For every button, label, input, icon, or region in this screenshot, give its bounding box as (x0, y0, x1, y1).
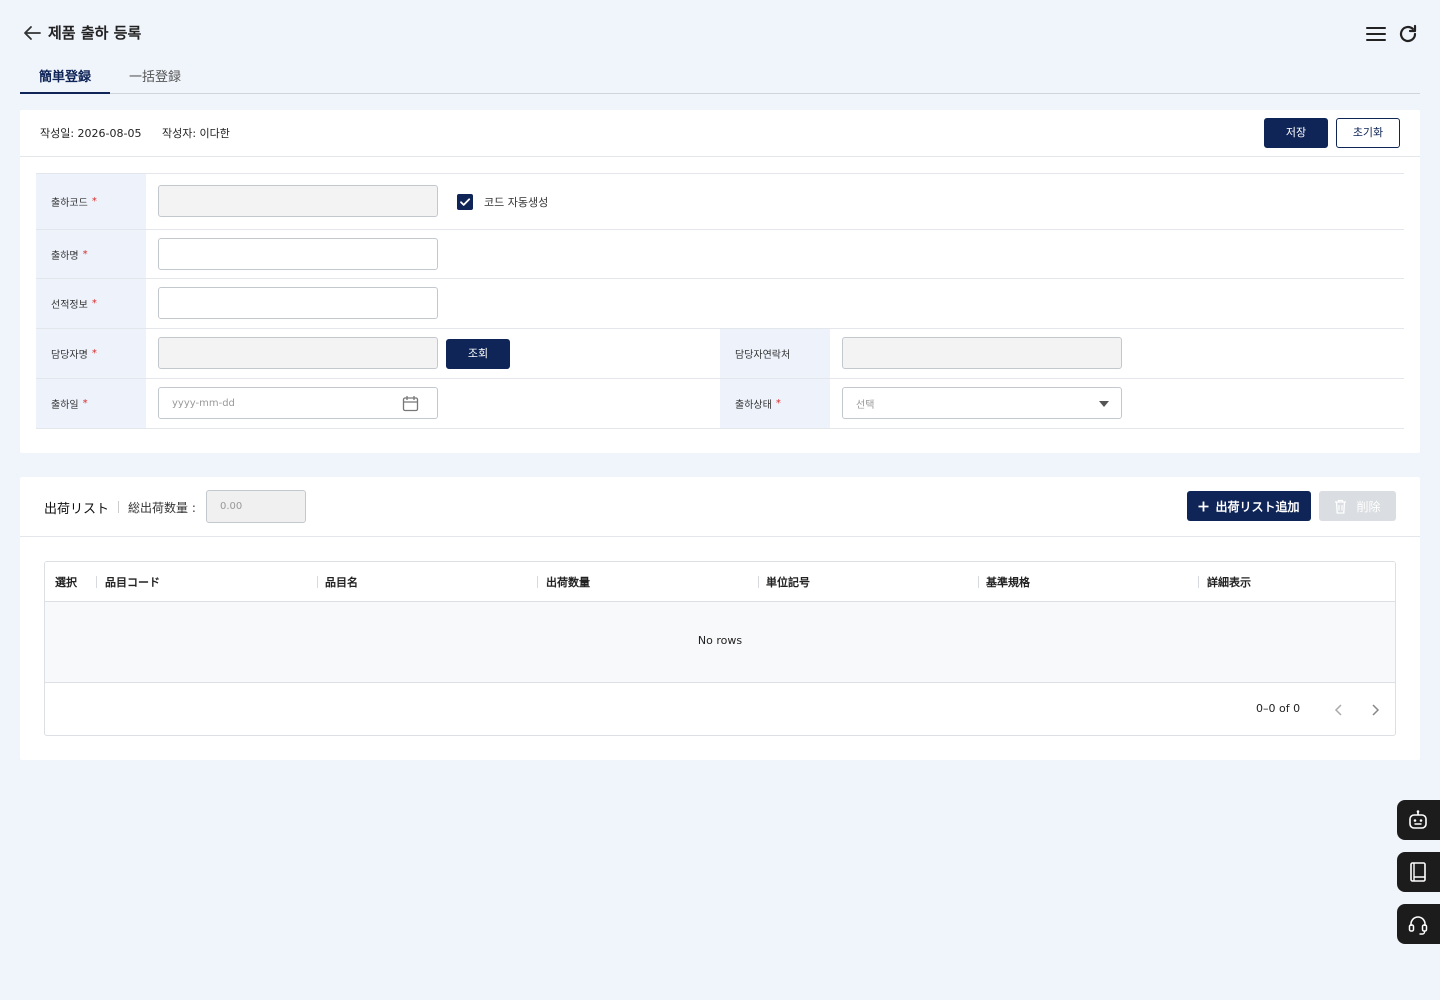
column-separator (317, 576, 318, 588)
add-list-button[interactable]: 出荷リスト追加 (1187, 491, 1311, 521)
column-header[interactable]: 選択 (55, 574, 77, 590)
list-title: 出荷リスト (44, 502, 110, 517)
grid-header: 選択 品目コード 品目名 出荷数量 単位記号 基準規格 詳細表示 (45, 562, 1395, 602)
book-icon (1410, 862, 1426, 882)
empty-message: No rows (697, 634, 743, 647)
column-separator (758, 576, 759, 588)
auto-code-checkbox[interactable] (457, 194, 473, 210)
shipment-list-card: 出荷リスト 総出荷数量 : 0.00 出荷リスト追加 削除 選択 品目コード 品… (20, 477, 1420, 760)
auto-code-label: 코드 자동생성 (484, 196, 549, 209)
name-label: 출하명 * (36, 230, 146, 278)
grid-body: No rows (45, 602, 1395, 683)
ship-date-input[interactable]: yyyy-mm-dd (158, 387, 438, 419)
manager-label: 담당자명 * (36, 329, 146, 378)
required-mark: * (82, 248, 88, 260)
save-button[interactable]: 저장 (1264, 118, 1328, 148)
total-quantity-label: 総出荷数量 : (128, 501, 196, 515)
required-mark: * (91, 348, 97, 359)
form-toolbar: 작성일: 2026-08-05 작성자: 이다한 저장 초기화 (20, 110, 1420, 157)
author: 작성자: 이다한 (162, 127, 230, 140)
back-arrow-icon[interactable] (22, 24, 42, 42)
column-header[interactable]: 出荷数量 (546, 574, 590, 590)
tab-simple-register[interactable]: 簡単登録 (20, 66, 110, 94)
required-mark: * (91, 298, 97, 309)
next-page-icon[interactable] (1368, 703, 1382, 717)
ship-info-input[interactable] (158, 287, 438, 319)
column-separator (96, 576, 97, 588)
tab-bulk-register[interactable]: 一括登録 (120, 66, 190, 94)
robot-icon (1409, 810, 1427, 829)
shipment-code-input[interactable] (158, 185, 438, 217)
code-label: 출하코드 * (36, 174, 146, 229)
form-row-date-status: 출하일 * yyyy-mm-dd 출하상태 * 선택 (36, 379, 1404, 429)
status-placeholder: 선택 (856, 399, 875, 411)
required-mark: * (775, 398, 781, 409)
status-label: 출하상태 * (720, 379, 830, 428)
total-quantity-field: 0.00 (206, 490, 306, 523)
column-header[interactable]: 品目名 (325, 574, 358, 590)
shipment-grid: 選択 品目コード 品目名 出荷数量 単位記号 基準規格 詳細表示 No rows… (44, 561, 1396, 736)
column-header[interactable]: 基準規格 (986, 574, 1030, 590)
required-mark: * (91, 196, 97, 207)
column-separator (978, 576, 979, 588)
plus-icon (1198, 501, 1209, 512)
form-row-code: 출하코드 * 코드 자동생성 (36, 174, 1404, 230)
page-header: 제품 출하 등록 (20, 18, 1420, 48)
calendar-icon[interactable] (402, 395, 419, 412)
created-date: 작성일: 2026-08-05 (40, 127, 142, 140)
column-header[interactable]: 品目コード (105, 574, 160, 590)
divider (118, 501, 119, 513)
lookup-button[interactable]: 조회 (446, 339, 510, 369)
column-separator (537, 576, 538, 588)
headset-icon (1408, 916, 1428, 935)
shipment-form: 출하코드 * 코드 자동생성 출하명 * 선적정보 * 담당자명 * 조회 담당자연락처 (36, 173, 1404, 429)
form-row-ship-info: 선적정보 * (36, 279, 1404, 329)
checkmark-icon (460, 198, 471, 206)
page-title: 제품 출하 등록 (48, 24, 142, 42)
prev-page-icon[interactable] (1332, 703, 1346, 717)
support-button[interactable] (1397, 904, 1440, 944)
date-label: 출하일 * (36, 379, 146, 428)
chevron-down-icon (1099, 401, 1109, 407)
tab-bar: 簡単登録 一括登録 (20, 60, 1420, 94)
trash-icon (1334, 499, 1347, 514)
form-row-manager: 담당자명 * 조회 담당자연락처 (36, 329, 1404, 379)
ship-status-select[interactable]: 선택 (842, 387, 1122, 419)
form-row-name: 출하명 * (36, 230, 1404, 279)
column-header[interactable]: 単位記号 (766, 574, 810, 590)
manager-name-input[interactable] (158, 337, 438, 369)
column-header[interactable]: 詳細表示 (1207, 574, 1251, 590)
manual-button[interactable] (1397, 852, 1440, 892)
chatbot-button[interactable] (1397, 800, 1440, 840)
refresh-icon[interactable] (1396, 22, 1420, 46)
delete-button[interactable]: 削除 (1319, 491, 1396, 521)
menu-icon[interactable] (1364, 22, 1388, 46)
shipment-form-card: 작성일: 2026-08-05 작성자: 이다한 저장 초기화 출하코드 * 코드… (20, 110, 1420, 453)
manager-contact-label: 담당자연락처 (720, 329, 830, 378)
list-toolbar: 出荷リスト 総出荷数量 : 0.00 出荷リスト追加 削除 (20, 477, 1420, 537)
manager-contact-input[interactable] (842, 337, 1122, 369)
pagination-info: 0–0 of 0 (1256, 702, 1301, 715)
shipment-name-input[interactable] (158, 238, 438, 270)
ship-info-label: 선적정보 * (36, 279, 146, 328)
reset-button[interactable]: 초기화 (1336, 118, 1400, 148)
date-placeholder: yyyy-mm-dd (172, 397, 235, 409)
column-separator (1198, 576, 1199, 588)
required-mark: * (82, 398, 88, 409)
grid-footer: 0–0 of 0 (45, 683, 1395, 735)
